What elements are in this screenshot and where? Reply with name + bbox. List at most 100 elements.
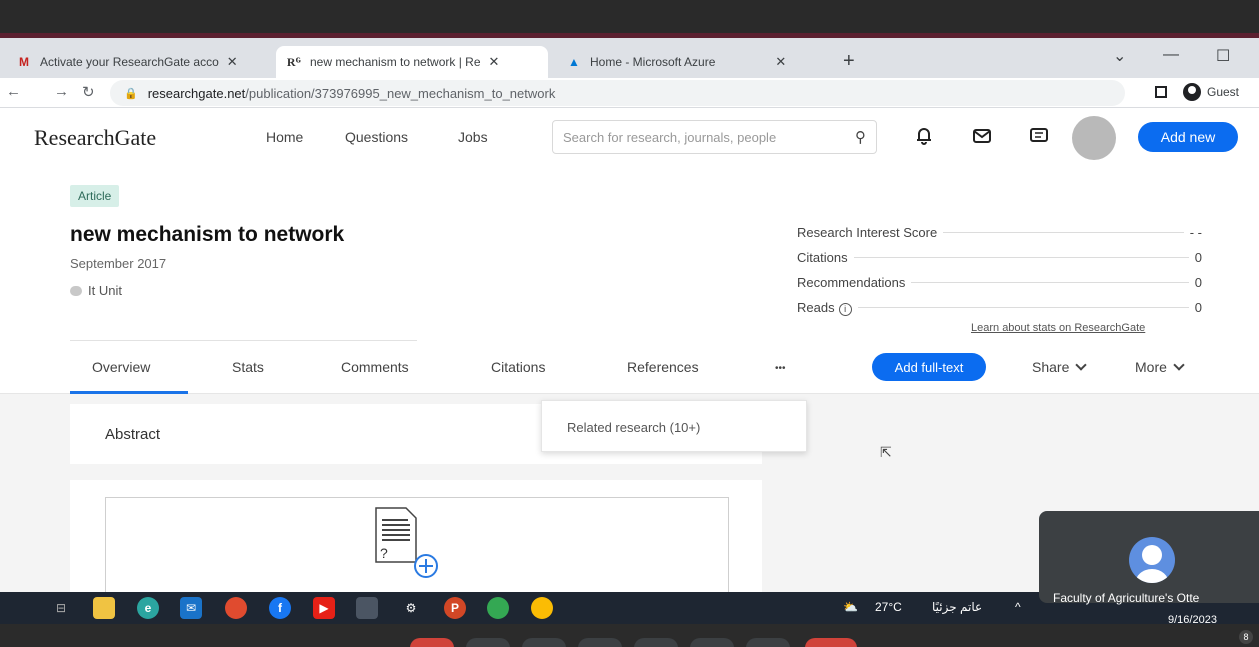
fulltext-card: ? xyxy=(70,480,762,592)
mail-icon[interactable] xyxy=(971,125,993,147)
url-field[interactable]: 🔒 researchgate.net/publication/373976995… xyxy=(110,80,1125,106)
youtube-icon[interactable]: ▶ xyxy=(313,597,335,619)
more-dropdown[interactable]: More xyxy=(1135,359,1185,375)
close-tab-icon[interactable]: ✕ xyxy=(489,54,500,70)
meet-control[interactable] xyxy=(466,638,510,647)
tab-azure[interactable]: ▲ Home - Microsoft Azure ✕ xyxy=(556,46,826,78)
taskbar-date: 9/16/2023 xyxy=(1168,614,1217,626)
search-input[interactable]: Search for research, journals, people ⚲ xyxy=(552,120,877,154)
settings-gear-icon[interactable]: ⚙ xyxy=(400,597,422,619)
back-icon[interactable]: ← xyxy=(6,83,21,100)
lock-icon: 🔒 xyxy=(124,87,138,100)
tray-chevron-icon[interactable]: ^ xyxy=(1015,600,1021,614)
stat-label: Research Interest Score xyxy=(797,225,942,240)
author[interactable]: It Unit xyxy=(70,283,122,298)
edge-icon[interactable]: e xyxy=(137,597,159,619)
article-tabs: Overview Stats Comments Citations Refere… xyxy=(0,348,1259,394)
minimize-icon[interactable]: — xyxy=(1163,46,1179,64)
side-panel-icon[interactable] xyxy=(1155,86,1167,98)
menu-item-related-research[interactable]: Related research (10+) xyxy=(567,420,700,435)
close-tab-icon[interactable]: ✕ xyxy=(227,54,238,70)
tab-search-icon[interactable]: ⌄ xyxy=(1113,46,1126,66)
stat-label: Recommendations xyxy=(797,275,910,290)
meet-control[interactable] xyxy=(410,638,454,647)
chrome-profile-icon[interactable] xyxy=(487,597,509,619)
nav-home[interactable]: Home xyxy=(266,129,303,145)
meet-control[interactable] xyxy=(690,638,734,647)
nav-jobs[interactable]: Jobs xyxy=(458,129,488,145)
file-explorer-icon[interactable] xyxy=(93,597,115,619)
tab-title: new mechanism to network | Re xyxy=(310,55,481,69)
add-new-button[interactable]: Add new xyxy=(1138,122,1238,152)
researchgate-icon: Rᴳ xyxy=(286,54,302,69)
chrome-icon[interactable] xyxy=(225,597,247,619)
bell-icon[interactable] xyxy=(913,125,935,147)
stat-value: 0 xyxy=(1190,300,1202,315)
reload-icon[interactable]: ↻ xyxy=(82,83,95,101)
author-name: It Unit xyxy=(88,283,122,298)
more-tabs-icon[interactable]: ••• xyxy=(775,363,786,374)
stat-leader-line xyxy=(943,232,1184,233)
weather-text: عاتم جزئيًا xyxy=(932,600,983,614)
more-label: More xyxy=(1135,359,1167,375)
tab-stats[interactable]: Stats xyxy=(232,359,264,375)
meet-control[interactable] xyxy=(522,638,566,647)
site-logo[interactable]: ResearchGate xyxy=(34,125,156,151)
learn-stats-link[interactable]: Learn about stats on ResearchGate xyxy=(971,322,1145,334)
task-view-icon[interactable]: ⊟ xyxy=(50,597,72,619)
weather-icon: ⛅ xyxy=(843,600,858,614)
meet-control[interactable] xyxy=(578,638,622,647)
stat-label: Reads xyxy=(797,299,835,315)
url-host: researchgate.net xyxy=(147,85,246,101)
meet-control[interactable] xyxy=(634,638,678,647)
notification-badge: 8 xyxy=(1239,630,1253,644)
chevron-down-icon xyxy=(1075,359,1088,371)
tab-gmail[interactable]: M Activate your ResearchGate acco ✕ xyxy=(6,46,272,78)
search-icon[interactable]: ⚲ xyxy=(855,128,866,146)
info-icon[interactable]: i xyxy=(838,302,852,316)
maximize-icon[interactable]: ☐ xyxy=(1216,46,1230,66)
tab-comments[interactable]: Comments xyxy=(341,359,409,375)
tab-references[interactable]: References xyxy=(627,359,699,375)
leave-call-button[interactable] xyxy=(805,638,857,647)
add-full-text-button[interactable]: Add full-text xyxy=(872,353,986,381)
avatar[interactable] xyxy=(1072,116,1116,160)
chrome-active-icon[interactable] xyxy=(531,597,553,619)
forward-icon[interactable]: → xyxy=(54,83,69,100)
stat-value: 0 xyxy=(1190,275,1202,290)
document-add-icon: ? xyxy=(375,507,438,578)
avatar-head xyxy=(1142,545,1162,565)
nav-questions[interactable]: Questions xyxy=(345,129,408,145)
tab-researchgate[interactable]: Rᴳ new mechanism to network | Re ✕ xyxy=(276,46,548,78)
tab-citations[interactable]: Citations xyxy=(491,359,545,375)
fulltext-placeholder[interactable]: ? xyxy=(105,497,729,592)
divider xyxy=(70,340,417,341)
meet-control[interactable] xyxy=(746,638,790,647)
azure-icon: ▲ xyxy=(568,55,580,69)
close-tab-icon[interactable]: ✕ xyxy=(775,54,786,70)
powerpoint-icon[interactable]: P xyxy=(444,597,466,619)
meet-controls-strip xyxy=(0,624,1259,647)
stat-leader-line xyxy=(857,307,1189,308)
profile-button[interactable]: Guest xyxy=(1155,83,1239,101)
stat-value: 0 xyxy=(1190,250,1202,265)
browser-tabbar: M Activate your ResearchGate acco ✕ Rᴳ n… xyxy=(0,38,1259,78)
stat-leader-line xyxy=(911,282,1189,283)
mail-app-icon[interactable]: ✉ xyxy=(180,597,202,619)
abstract-heading: Abstract xyxy=(105,426,161,443)
participant-name: Faculty of Agriculture's Otte xyxy=(1053,591,1200,605)
share-dropdown[interactable]: Share xyxy=(1032,359,1088,375)
weather-temp[interactable]: 27°C xyxy=(875,600,902,614)
address-bar: ← → ↻ 🔒 researchgate.net/publication/373… xyxy=(0,78,1259,108)
facebook-icon[interactable]: f xyxy=(269,597,291,619)
video-tile[interactable]: Faculty of Agriculture's Otte xyxy=(1039,511,1259,605)
participant-avatar xyxy=(1129,537,1175,583)
messages-icon[interactable] xyxy=(1028,125,1050,147)
profile-icon xyxy=(1183,83,1201,101)
stat-citations: Citations 0 xyxy=(797,245,1202,270)
tab-overview[interactable]: Overview xyxy=(92,359,150,375)
tab-title: Activate your ResearchGate acco xyxy=(40,55,219,69)
store-icon[interactable] xyxy=(356,597,378,619)
new-tab-button[interactable]: + xyxy=(843,50,855,73)
gmail-icon: M xyxy=(19,55,29,69)
